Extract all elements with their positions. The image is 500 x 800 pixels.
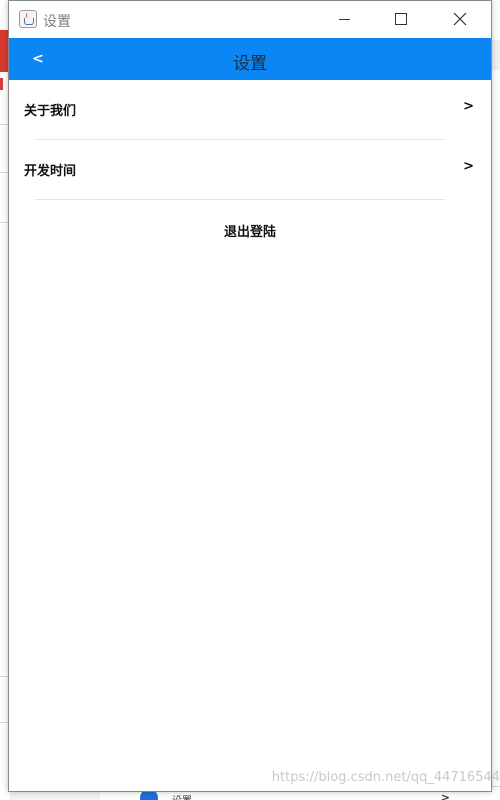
- title-bar[interactable]: 设置: [9, 1, 491, 38]
- background-red-tab: [0, 30, 8, 72]
- close-button[interactable]: [437, 1, 483, 38]
- chevron-right-icon: >: [463, 99, 474, 114]
- minimize-icon: [339, 19, 350, 20]
- settings-window: 设置 < 设置 关于我们 > 开发时间 > 退出登陆: [8, 0, 492, 792]
- background-red-mark: [0, 78, 3, 90]
- page-title: 设置: [233, 54, 267, 74]
- maximize-icon: [395, 13, 407, 25]
- minimize-button[interactable]: [322, 1, 368, 38]
- chevron-right-icon: >: [463, 159, 474, 174]
- settings-item-label: 开发时间: [24, 164, 77, 179]
- watermark-text: https://blog.csdn.net/qq_44716544: [271, 770, 500, 785]
- app-header: < 设置: [9, 38, 491, 80]
- background-settings-label: 设置: [172, 792, 192, 800]
- maximize-button[interactable]: [378, 1, 424, 38]
- settings-item-about-us[interactable]: 关于我们 >: [9, 80, 491, 138]
- divider: [35, 199, 445, 200]
- window-title: 设置: [43, 14, 71, 30]
- logout-button[interactable]: 退出登陆: [9, 221, 491, 240]
- java-cup-icon: [19, 10, 37, 28]
- close-icon: [453, 12, 467, 26]
- settings-item-dev-time[interactable]: 开发时间 >: [9, 140, 491, 198]
- background-chevron: >: [440, 791, 450, 800]
- settings-list: 关于我们 > 开发时间 > 退出登陆: [9, 80, 491, 791]
- settings-item-label: 关于我们: [24, 104, 77, 119]
- desktop: 设置 > 设置 < 设置: [0, 0, 500, 800]
